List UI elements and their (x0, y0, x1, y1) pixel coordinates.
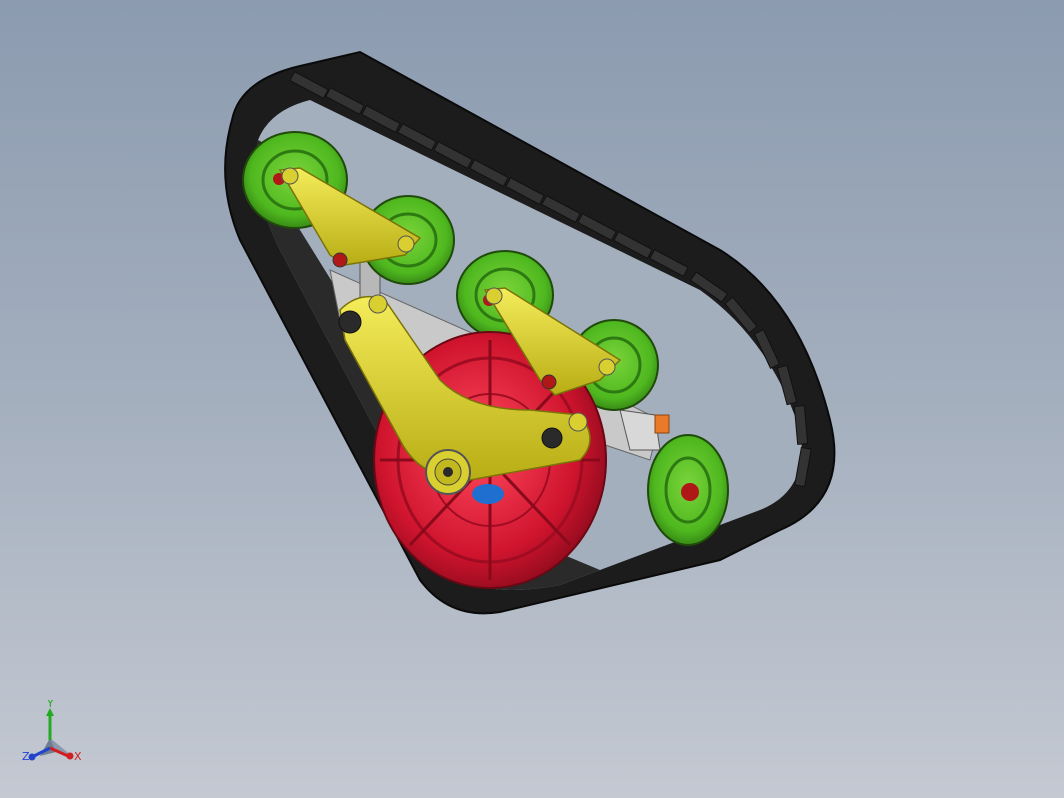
z-axis-label: Z (22, 750, 30, 763)
triad-body (40, 738, 72, 756)
z-axis-arrowhead (28, 753, 36, 761)
x-axis-arrowhead (66, 752, 74, 760)
track-assembly-model[interactable] (0, 0, 1064, 798)
x-axis-label: X (74, 750, 82, 763)
sprocket-hub-cap[interactable] (425, 449, 471, 495)
view-orientation-triad[interactable]: Y X Z (16, 700, 96, 780)
y-axis-label: Y (46, 700, 54, 710)
cad-graphics-viewport[interactable]: Y X Z (0, 0, 1064, 798)
road-wheel-5[interactable] (647, 434, 729, 546)
